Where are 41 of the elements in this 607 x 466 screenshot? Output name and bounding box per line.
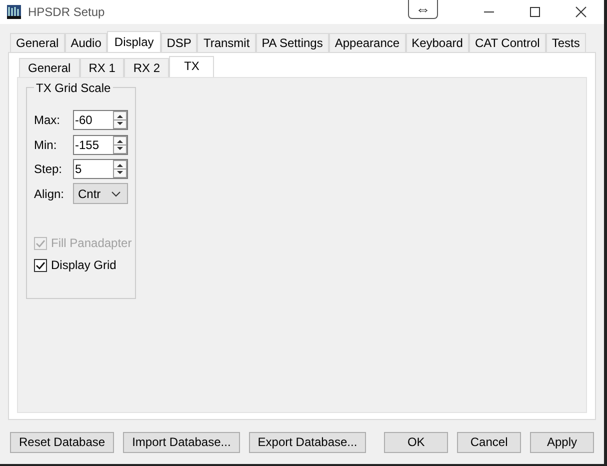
field-label: Step: bbox=[34, 162, 64, 176]
tab[interactable]: RX 2 bbox=[124, 58, 170, 77]
dialog-button[interactable]: OK bbox=[384, 432, 448, 452]
tab[interactable]: Tests bbox=[546, 33, 586, 52]
spinner-arrows-icon[interactable] bbox=[113, 160, 127, 178]
window-title: HPSDR Setup bbox=[28, 5, 105, 19]
database-button[interactable]: Reset Database bbox=[10, 432, 114, 452]
tab[interactable]: TX bbox=[169, 56, 214, 77]
tab[interactable]: PA Settings bbox=[256, 33, 329, 52]
spin-field[interactable]: 5 bbox=[73, 159, 128, 180]
tab[interactable]: RX 1 bbox=[80, 58, 124, 77]
close-icon[interactable] bbox=[575, 6, 587, 18]
spin-field[interactable]: -155 bbox=[73, 134, 128, 155]
caret-icon bbox=[111, 190, 121, 197]
tab[interactable]: General bbox=[19, 58, 80, 77]
tab[interactable]: Keyboard bbox=[406, 33, 469, 52]
resize-button[interactable]: ⇔ bbox=[408, 0, 438, 19]
checkbox-label: Fill Panadapter bbox=[51, 236, 132, 250]
tab[interactable]: Audio bbox=[64, 33, 108, 52]
field-label: Min: bbox=[34, 138, 58, 152]
database-button[interactable]: Export Database... bbox=[248, 432, 366, 452]
dialog-button[interactable]: Apply bbox=[530, 432, 594, 452]
field-label: Align: bbox=[34, 186, 66, 201]
spinner-arrows-icon[interactable] bbox=[113, 136, 127, 154]
tab[interactable]: Transmit bbox=[197, 33, 256, 52]
group-title: TX Grid Scale bbox=[34, 81, 113, 95]
maximize-icon[interactable] bbox=[529, 6, 541, 18]
tab[interactable]: Appearance bbox=[328, 33, 406, 52]
checkbox[interactable] bbox=[34, 258, 47, 272]
dialog-button[interactable]: Cancel bbox=[457, 432, 522, 452]
spinner-arrows-icon[interactable] bbox=[113, 111, 127, 130]
app-icon bbox=[6, 4, 22, 20]
dropdown[interactable]: Cntr bbox=[73, 183, 128, 204]
tab[interactable]: DSP bbox=[160, 33, 198, 52]
spin-field[interactable]: -60 bbox=[73, 110, 128, 130]
tab[interactable]: CAT Control bbox=[468, 33, 546, 52]
tab[interactable]: Display bbox=[107, 31, 161, 52]
database-button[interactable]: Import Database... bbox=[123, 432, 240, 452]
tab[interactable]: General bbox=[10, 33, 65, 52]
field-label: Max: bbox=[34, 113, 62, 128]
checkbox-label: Display Grid bbox=[51, 258, 116, 272]
